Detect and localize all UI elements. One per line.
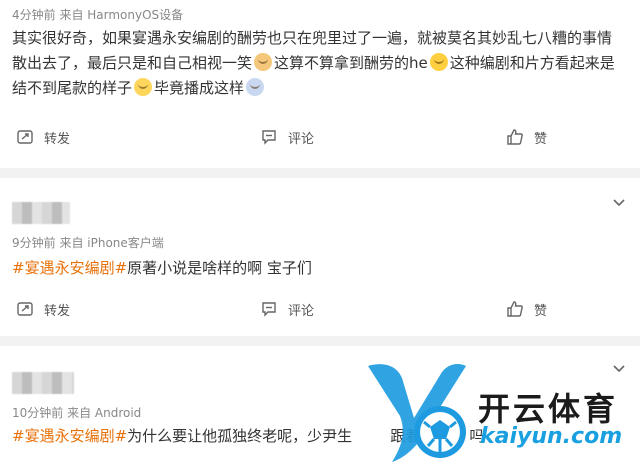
comment-label: 评论 [288, 303, 315, 319]
repost-label: 转发 [44, 303, 71, 319]
like-label: 赞 [534, 131, 548, 147]
chevron-down-icon[interactable] [612, 196, 626, 210]
watermark-url: kaiyun.com [480, 424, 623, 449]
like-button[interactable]: 赞 [506, 126, 547, 148]
post-text: 这算不算拿到酬劳的he [274, 54, 428, 72]
laugh-cry-icon [134, 78, 153, 96]
post-meta: 10分钟前 来自 Android [12, 406, 142, 420]
like-button[interactable]: 赞 [506, 298, 547, 320]
comment-icon [262, 302, 276, 317]
post-text: 原著小说是啥样的啊 宝子们 [127, 259, 312, 277]
repost-button[interactable]: 转发 [16, 298, 70, 320]
post-2: 9分钟前 来自 iPhone客户端 #宴遇永安编剧#原著小说是啥样的啊 宝子们 … [0, 178, 640, 328]
comment-icon [262, 130, 276, 145]
thumbs-up-icon [507, 129, 523, 145]
tongue-out-icon [429, 53, 448, 71]
dog-face-icon [254, 53, 273, 71]
chevron-down-icon[interactable] [612, 362, 626, 376]
divider [0, 168, 640, 178]
thumbs-up-icon [507, 301, 523, 317]
post-meta: 4分钟前 来自 HarmonyOS设备 [12, 8, 184, 22]
post-content: 其实很好奇，如果宴遇永安编剧的酬劳也只在兜里过了一遍，就被莫名其妙乱七八糟的事情… [12, 26, 622, 101]
post-text: 为什么要让他孤独终老呢，少尹 [127, 427, 338, 445]
post-content: #宴遇永安编剧#原著小说是啥样的啊 宝子们 [12, 256, 622, 281]
post-1: 4分钟前 来自 HarmonyOS设备 其实很好奇，如果宴遇永安编剧的酬劳也只在… [0, 0, 640, 152]
repost-icon [17, 302, 33, 316]
action-bar: 转发 评论 赞 [0, 298, 640, 320]
comment-button[interactable]: 评论 [260, 126, 314, 148]
kaiyun-logo-watermark [368, 364, 466, 462]
repost-label: 转发 [44, 131, 71, 147]
scared-icon [246, 78, 265, 96]
repost-button[interactable]: 转发 [16, 126, 70, 148]
action-bar: 转发 评论 赞 [0, 126, 640, 148]
comment-button[interactable]: 评论 [260, 298, 314, 320]
hashtag-link[interactable]: #宴遇永安编剧# [12, 427, 127, 445]
like-label: 赞 [534, 303, 548, 319]
hashtag-link[interactable]: #宴遇永安编剧# [12, 259, 127, 277]
comment-label: 评论 [288, 131, 315, 147]
post-meta: 9分钟前 来自 iPhone客户端 [12, 236, 164, 250]
divider [0, 336, 640, 346]
blurred-username[interactable] [12, 372, 74, 394]
post-text: 毕竟播成这样 [154, 79, 245, 97]
blurred-username[interactable] [12, 202, 70, 224]
repost-icon [17, 130, 33, 144]
